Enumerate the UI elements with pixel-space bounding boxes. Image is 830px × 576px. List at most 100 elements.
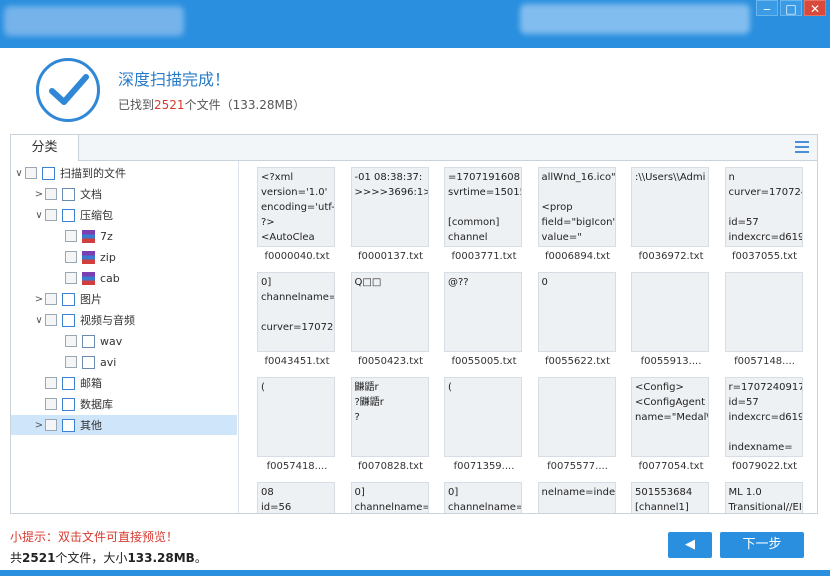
tree-item[interactable]: ∨ 扫描到的文件 xyxy=(11,163,237,183)
tree-item[interactable]: 7z xyxy=(11,226,237,246)
file-name: f0055005.txt xyxy=(451,356,517,367)
file-tile[interactable]: @?? f0055005.txt xyxy=(444,268,538,373)
next-button[interactable]: 下一步 xyxy=(720,532,804,558)
checkbox[interactable] xyxy=(25,167,37,179)
found-summary: 已找到2521个文件（133.28MB） xyxy=(118,96,305,113)
file-tile[interactable]: nelname=index curver=170710 xyxy=(537,478,632,513)
file-preview[interactable]: 鼸鼯r ?鼸鼯r ? xyxy=(350,377,429,457)
tree-item[interactable]: avi xyxy=(11,352,237,372)
file-preview[interactable]: r=1707240917 id=57 indexcrc=d619 indexna… xyxy=(724,377,803,457)
file-tile[interactable]: ML 1.0 Transitional//EI channel=2 xyxy=(724,478,818,513)
chevron-down-icon[interactable]: ∨ xyxy=(33,315,45,326)
checkbox[interactable] xyxy=(45,377,57,389)
file-preview[interactable]: nelname=index curver=170710 xyxy=(537,482,616,513)
file-tile[interactable]: Q□□ f0050423.txt xyxy=(350,268,445,373)
file-preview[interactable]: @?? xyxy=(444,272,522,352)
tree-item[interactable]: ∨ 压缩包 xyxy=(11,205,237,225)
file-tile[interactable]: =1707191608 svrtime=15015 [common] chann… xyxy=(444,163,538,268)
checkbox[interactable] xyxy=(45,188,57,200)
tree-item-label: avi xyxy=(100,355,117,369)
file-tile[interactable]: f0075577.... xyxy=(537,373,632,478)
close-button[interactable]: ✕ xyxy=(804,0,826,16)
file-preview[interactable]: n curver=170724 id=57 indexcrc=d619 xyxy=(724,167,803,247)
file-tile[interactable]: 0] channelname= xyxy=(350,478,445,513)
file-preview[interactable] xyxy=(537,377,616,457)
menu-icon[interactable] xyxy=(795,141,809,153)
file-tile[interactable]: 501553684 [channel1] channel xyxy=(631,478,725,513)
checkbox[interactable] xyxy=(65,230,77,242)
file-preview[interactable]: ( xyxy=(257,377,335,457)
tree-item[interactable]: > 文档 xyxy=(11,184,237,204)
file-preview[interactable]: =1707191608 svrtime=15015 [common] chann… xyxy=(444,167,522,247)
checkbox[interactable] xyxy=(45,293,57,305)
file-tile[interactable]: allWnd_16.ico", <prop field="bigIcon" va… xyxy=(537,163,632,268)
file-tile[interactable]: (f0071359.... xyxy=(444,373,538,478)
archive-icon xyxy=(62,208,75,222)
maximize-button[interactable]: □ xyxy=(780,0,802,16)
file-tile[interactable]: 08 id=56 indexcrc=6e0 xyxy=(257,478,351,513)
tree-item[interactable]: ∨ 视频与音频 xyxy=(11,310,237,330)
audio-file-icon xyxy=(82,334,95,348)
title-blurred xyxy=(520,4,750,34)
tree-item[interactable]: 邮箱 xyxy=(11,373,237,393)
file-preview[interactable]: 0 xyxy=(537,272,616,352)
file-preview[interactable]: Q□□ xyxy=(350,272,429,352)
file-preview[interactable]: ML 1.0 Transitional//EI channel=2 xyxy=(724,482,803,513)
checkbox[interactable] xyxy=(65,251,77,263)
checkbox[interactable] xyxy=(65,272,77,284)
tree-item[interactable]: 数据库 xyxy=(11,394,237,414)
file-tile[interactable]: <Config> <ConfigAgent name="Medal\ f00770… xyxy=(631,373,725,478)
file-preview[interactable]: 08 id=56 indexcrc=6e0 xyxy=(257,482,335,513)
tree-item[interactable]: > 图片 xyxy=(11,289,237,309)
checkbox[interactable] xyxy=(65,356,77,368)
file-tile[interactable]: f0055913.... xyxy=(631,268,725,373)
found-suffix: 个文件（133.28MB） xyxy=(184,98,306,112)
file-tile[interactable]: r=1707240917 id=57 indexcrc=d619 indexna… xyxy=(724,373,818,478)
back-button[interactable]: ◀ xyxy=(668,532,712,558)
file-preview[interactable]: <Config> <ConfigAgent name="Medal\ xyxy=(631,377,709,457)
file-preview[interactable]: <?xml version='1.0' encoding='utf- ?> <A… xyxy=(257,167,335,247)
tree-item[interactable]: > 其他 xyxy=(11,415,237,435)
file-preview[interactable] xyxy=(724,272,803,352)
chevron-right-icon[interactable]: > xyxy=(33,294,45,305)
checkbox[interactable] xyxy=(45,209,57,221)
file-tile[interactable]: 0] channelname= xyxy=(444,478,538,513)
file-tile[interactable]: 0] channelname= curver=170724 id=5 f00434… xyxy=(257,268,351,373)
file-tile[interactable]: 鼸鼯r ?鼸鼯r ? f0070828.txt xyxy=(350,373,445,478)
file-tile[interactable]: -01 08:38:37: >>>>3696:1>: f0000137.txt xyxy=(350,163,445,268)
file-preview[interactable]: allWnd_16.ico", <prop field="bigIcon" va… xyxy=(537,167,616,247)
file-tile[interactable]: f0057148.... xyxy=(724,268,818,373)
file-preview[interactable]: 0] channelname= xyxy=(350,482,429,513)
tree-item[interactable]: wav xyxy=(11,331,237,351)
tree-item-label: 压缩包 xyxy=(80,209,113,222)
tree-item[interactable]: zip xyxy=(11,247,237,267)
file-preview[interactable]: 501553684 [channel1] channel xyxy=(631,482,709,513)
file-tile[interactable]: (f0057418.... xyxy=(257,373,351,478)
chevron-right-icon[interactable]: > xyxy=(33,420,45,431)
checkbox[interactable] xyxy=(45,314,57,326)
file-preview[interactable]: ( xyxy=(444,377,522,457)
chevron-down-icon[interactable]: ∨ xyxy=(33,210,45,221)
checkbox[interactable] xyxy=(45,419,57,431)
file-preview[interactable]: 0] channelname= xyxy=(444,482,522,513)
file-tile[interactable]: :\\Users\\Admi f0036972.txt xyxy=(631,163,725,268)
tab-category[interactable]: 分类 xyxy=(11,135,79,161)
chevron-down-icon[interactable]: ∨ xyxy=(13,168,25,179)
chevron-right-icon[interactable]: > xyxy=(33,189,45,200)
file-tile[interactable]: <?xml version='1.0' encoding='utf- ?> <A… xyxy=(257,163,351,268)
file-preview[interactable]: 0] channelname= curver=170724 id=5 xyxy=(257,272,335,352)
file-name: f0055913.... xyxy=(640,356,702,367)
tree-item[interactable]: cab xyxy=(11,268,237,288)
minimize-button[interactable]: ‒ xyxy=(756,0,778,16)
file-preview[interactable] xyxy=(631,272,709,352)
tree-item-label: cab xyxy=(100,271,120,285)
file-tile[interactable]: 0 f0055622.txt xyxy=(537,268,632,373)
title-bar: ‒ □ ✕ xyxy=(0,0,830,48)
checkbox[interactable] xyxy=(45,398,57,410)
file-tile[interactable]: n curver=170724 id=57 indexcrc=d619 f0037… xyxy=(724,163,818,268)
file-preview[interactable]: -01 08:38:37: >>>>3696:1>: xyxy=(350,167,429,247)
checkbox[interactable] xyxy=(65,335,77,347)
file-preview[interactable]: :\\Users\\Admi xyxy=(631,167,709,247)
tree-item-label: zip xyxy=(100,250,116,264)
file-grid: <?xml version='1.0' encoding='utf- ?> <A… xyxy=(247,161,817,513)
